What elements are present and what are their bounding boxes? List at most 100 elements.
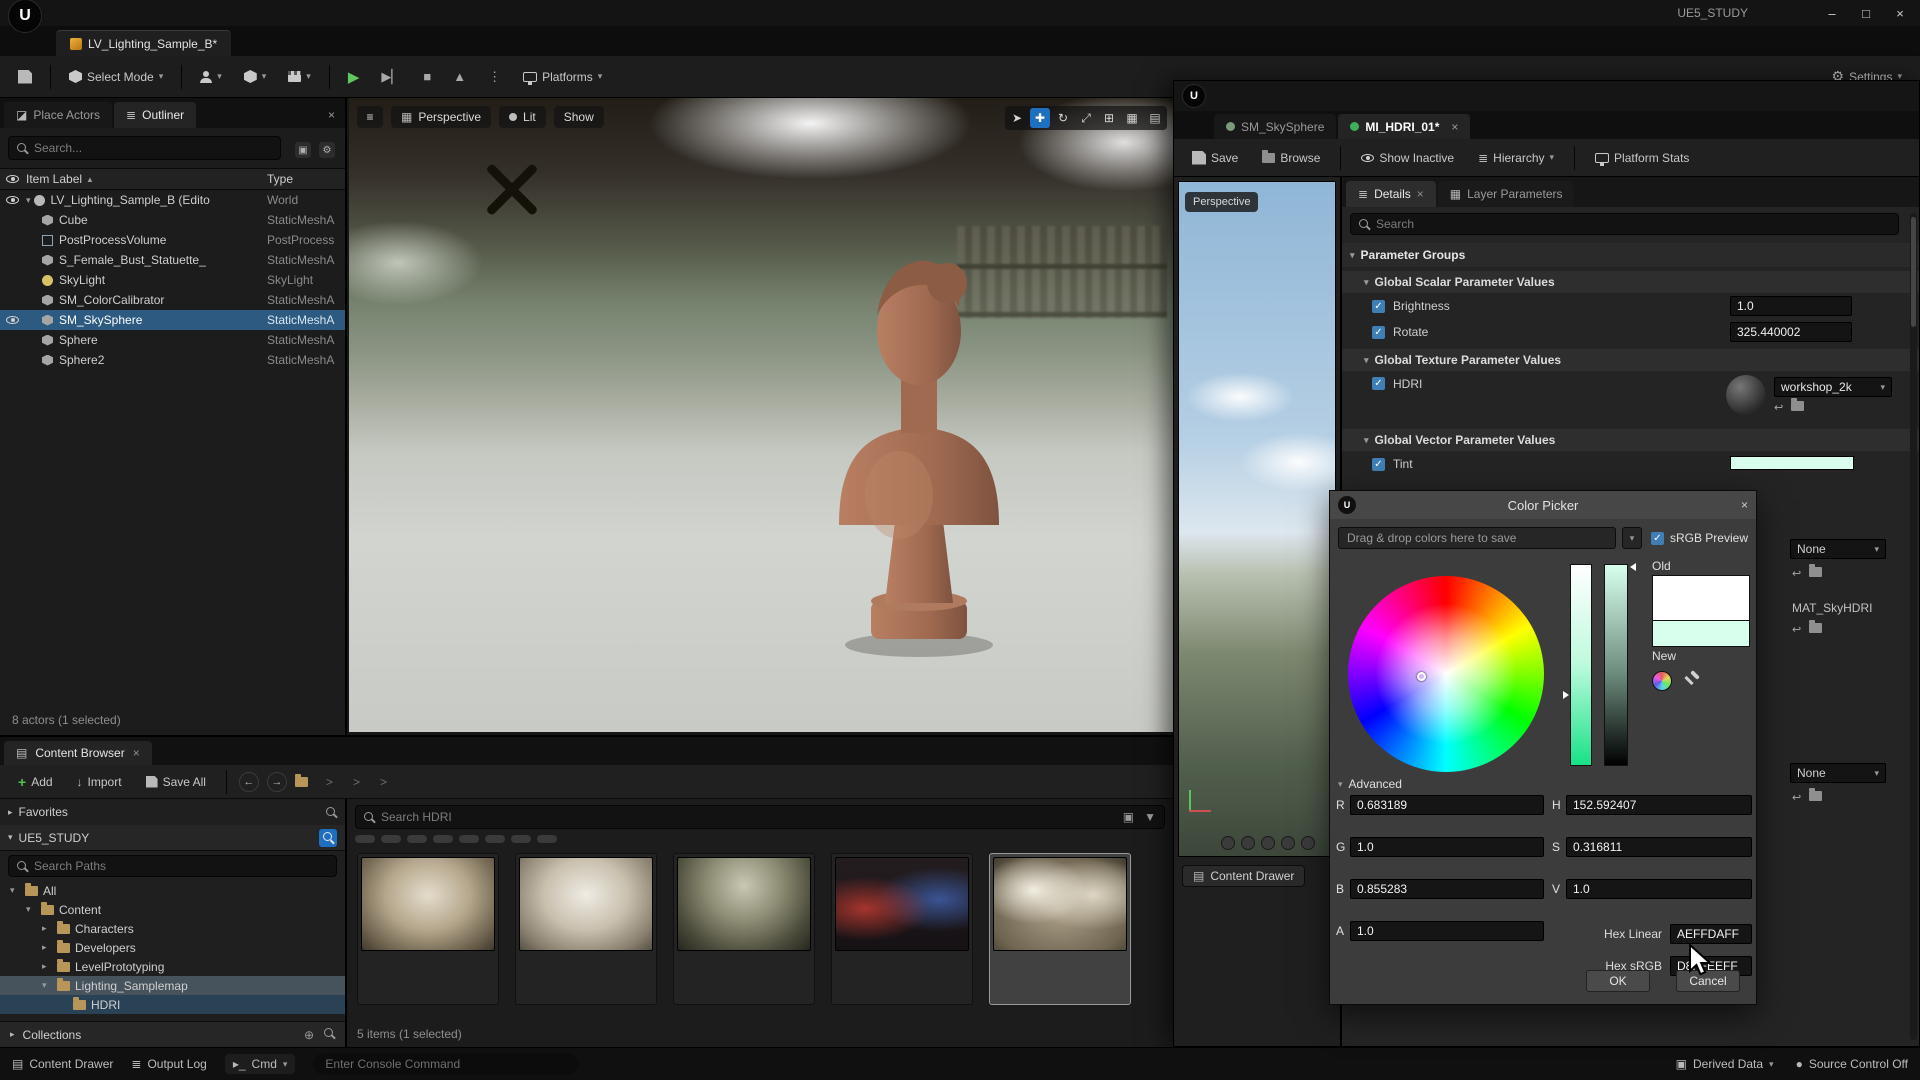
- expander-icon[interactable]: ▾: [42, 980, 52, 991]
- rotate-tool-icon[interactable]: ↻: [1053, 108, 1073, 128]
- folder-tree-item[interactable]: ▾ Lighting_Samplemap: [0, 976, 345, 995]
- visibility-eye-icon[interactable]: [6, 193, 19, 207]
- skip-button[interactable]: ▶▏: [373, 63, 409, 91]
- brightness-checkbox[interactable]: ✓: [1372, 300, 1385, 313]
- rotation-snap-icon[interactable]: ▦: [1122, 108, 1142, 128]
- expander-icon[interactable]: ▾: [26, 904, 36, 915]
- filter-chip[interactable]: [511, 835, 531, 843]
- import-button[interactable]: ↓ Import: [69, 768, 130, 796]
- platform-stats-button[interactable]: Platform Stats: [1587, 144, 1697, 172]
- color-picker-titlebar[interactable]: U Color Picker ×: [1330, 491, 1756, 519]
- table-row[interactable]: ▾ Sphere2 StaticMeshA: [0, 350, 345, 370]
- maximize-button[interactable]: □: [1856, 6, 1876, 21]
- menu-item[interactable]: [86, 9, 106, 17]
- texture-asset-dropdown[interactable]: None ▾: [1790, 763, 1886, 783]
- use-selected-asset-icon[interactable]: ↩: [1792, 567, 1801, 580]
- tab-close-icon[interactable]: ×: [1451, 120, 1458, 134]
- grid-snap-icon[interactable]: ⊞: [1099, 108, 1119, 128]
- visibility-column-icon[interactable]: [6, 175, 19, 183]
- play-button[interactable]: ▶: [340, 63, 368, 91]
- srgb-preview-toggle[interactable]: ✓ sRGB Preview: [1651, 531, 1748, 545]
- value-value-field[interactable]: 1.0: [1566, 879, 1752, 899]
- lit-mode-button[interactable]: Lit: [499, 106, 546, 128]
- breadcrumb-item[interactable]: [370, 775, 397, 789]
- tab-close-icon[interactable]: ×: [133, 746, 140, 760]
- vector-group-header[interactable]: ▾ Global Vector Parameter Values: [1342, 429, 1919, 451]
- menu-item[interactable]: [1284, 92, 1304, 100]
- viewport-menu-icon[interactable]: ≡: [357, 106, 383, 128]
- expander-icon[interactable]: ▾: [10, 885, 20, 896]
- details-scrollbar[interactable]: [1910, 213, 1917, 1040]
- cinematics-dropdown[interactable]: ▾: [280, 63, 319, 91]
- green-value-field[interactable]: 1.0: [1350, 837, 1544, 857]
- texture-group-header[interactable]: ▾ Global Texture Parameter Values: [1342, 349, 1919, 371]
- folder-tree-item[interactable]: ▾ All: [0, 881, 345, 900]
- play-options-button[interactable]: ⋮: [480, 63, 509, 91]
- hdri-texture-dropdown[interactable]: workshop_2k ▾: [1774, 377, 1892, 397]
- hex-linear-field[interactable]: AEFFDAFF: [1670, 924, 1752, 944]
- value-bar[interactable]: [1604, 564, 1628, 766]
- search-paths-input[interactable]: Search Paths: [8, 855, 337, 877]
- add-button[interactable]: + Add: [10, 768, 61, 796]
- use-selected-asset-icon[interactable]: ↩: [1774, 401, 1783, 414]
- filter-chip[interactable]: [381, 835, 401, 843]
- stop-button[interactable]: ■: [415, 63, 439, 91]
- asset-search-input[interactable]: Search HDRI ▣ ▼: [355, 805, 1165, 829]
- path-search-toggle[interactable]: [319, 829, 337, 847]
- outliner-search-input[interactable]: Search...: [8, 136, 281, 160]
- hue-value-field[interactable]: 152.592407: [1566, 795, 1752, 815]
- close-button[interactable]: ×: [1890, 6, 1910, 21]
- project-root-row[interactable]: ▾ UE5_STUDY: [0, 825, 345, 851]
- texture-asset-dropdown[interactable]: None ▾: [1790, 539, 1886, 559]
- browse-to-asset-icon[interactable]: [1791, 401, 1804, 414]
- blue-value-field[interactable]: 0.855283: [1350, 879, 1544, 899]
- asset-tile[interactable]: [357, 853, 499, 1005]
- perspective-button[interactable]: ▦ Perspective: [391, 106, 491, 128]
- minimize-button[interactable]: –: [1822, 6, 1842, 21]
- eject-button[interactable]: ▲: [445, 63, 474, 91]
- content-drawer-button[interactable]: ▤ Content Drawer: [12, 1057, 113, 1071]
- folder-icon[interactable]: [295, 777, 308, 787]
- table-row[interactable]: ▾ LV_Lighting_Sample_B (Edito World: [0, 190, 345, 210]
- show-flags-button[interactable]: Show: [554, 106, 604, 128]
- saturation-value-field[interactable]: 0.316811: [1566, 837, 1752, 857]
- favorites-section[interactable]: ▸ Favorites: [0, 799, 345, 825]
- table-row[interactable]: ▾ Cube StaticMeshA: [0, 210, 345, 230]
- menu-item[interactable]: [64, 9, 84, 17]
- scalar-group-header[interactable]: ▾ Global Scalar Parameter Values: [1342, 271, 1919, 293]
- preview-shape-plane-icon[interactable]: [1261, 836, 1275, 850]
- alpha-value-field[interactable]: 1.0: [1350, 921, 1544, 941]
- color-wheel[interactable]: [1348, 576, 1544, 772]
- preview-shape-cube-icon[interactable]: [1281, 836, 1295, 850]
- blueprints-dropdown[interactable]: ▾: [236, 63, 275, 91]
- menu-item[interactable]: [152, 9, 172, 17]
- folder-tree-item[interactable]: ▸ Characters: [0, 919, 345, 938]
- table-row[interactable]: ▾ SM_SkySphere StaticMeshA: [0, 310, 345, 330]
- collections-section[interactable]: ▸ Collections ⊕: [0, 1021, 345, 1047]
- eyedropper-icon[interactable]: [1682, 671, 1702, 691]
- breadcrumb-item[interactable]: [343, 775, 370, 789]
- tab-details[interactable]: ≣ Details ×: [1346, 181, 1436, 207]
- parent-material-name[interactable]: MAT_SkyHDRI: [1792, 601, 1872, 615]
- menu-item[interactable]: [174, 9, 194, 17]
- preview-shape-sphere-icon[interactable]: [1221, 836, 1235, 850]
- platforms-dropdown[interactable]: Platforms ▾: [515, 63, 610, 91]
- menu-item[interactable]: [196, 9, 216, 17]
- column-item-label[interactable]: Item Label: [26, 172, 82, 186]
- tab-place-actors[interactable]: ◪ Place Actors: [4, 102, 112, 128]
- browse-to-asset-icon[interactable]: [1809, 567, 1822, 580]
- asset-tile[interactable]: [831, 853, 973, 1005]
- save-search-icon[interactable]: ▣: [1123, 810, 1134, 824]
- use-selected-asset-icon[interactable]: ↩: [1792, 623, 1801, 636]
- asset-tile[interactable]: [515, 853, 657, 1005]
- parameter-groups-header[interactable]: ▾ Parameter Groups: [1342, 243, 1919, 267]
- mi-browse-button[interactable]: Browse: [1254, 144, 1328, 172]
- tint-checkbox[interactable]: ✓: [1372, 458, 1385, 471]
- derived-data-button[interactable]: ▣ Derived Data ▾: [1676, 1057, 1774, 1071]
- material-preview-viewport[interactable]: Perspective: [1178, 181, 1336, 857]
- expander-icon[interactable]: ▸: [42, 961, 52, 972]
- table-row[interactable]: ▾ Sphere StaticMeshA: [0, 330, 345, 350]
- tint-color-swatch[interactable]: [1730, 456, 1854, 470]
- visibility-eye-icon[interactable]: [6, 313, 19, 327]
- panel-close-icon[interactable]: ×: [328, 108, 345, 128]
